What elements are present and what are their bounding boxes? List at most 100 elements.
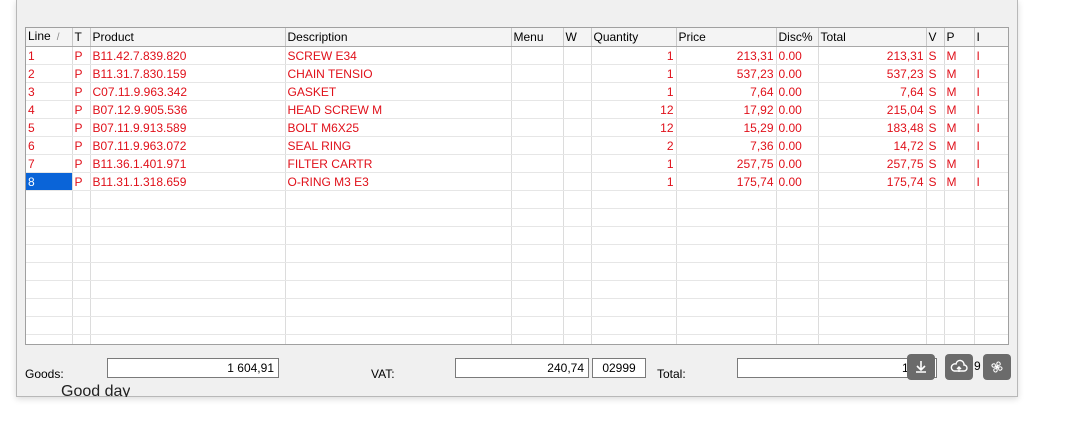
empty-cell[interactable] — [285, 208, 512, 227]
empty-cell[interactable] — [563, 262, 592, 281]
empty-row[interactable] — [26, 208, 1008, 227]
empty-cell[interactable] — [26, 298, 73, 317]
col-w-header[interactable]: W — [563, 28, 592, 47]
cell-v[interactable]: S — [926, 172, 945, 191]
cell-product[interactable]: B07.11.9.963.072 — [90, 136, 286, 155]
empty-cell[interactable] — [974, 244, 1008, 263]
empty-cell[interactable] — [591, 190, 677, 209]
empty-cell[interactable] — [591, 316, 677, 335]
table-row[interactable]: 4 P B07.12.9.905.536 HEAD SCREW M 12 17,92 0.0… — [26, 100, 1008, 119]
empty-cell[interactable] — [511, 316, 564, 335]
order-lines-grid[interactable]: Line / T Product Description Menu W Quant… — [25, 27, 1009, 345]
empty-cell[interactable] — [591, 226, 677, 245]
cell-i[interactable]: I — [974, 100, 1008, 119]
empty-cell[interactable] — [90, 316, 286, 335]
empty-cell[interactable] — [563, 280, 592, 299]
empty-cell[interactable] — [676, 316, 777, 335]
cell-product[interactable]: B07.12.9.905.536 — [90, 100, 286, 119]
empty-cell[interactable] — [591, 334, 677, 344]
empty-cell[interactable] — [676, 298, 777, 317]
table-row[interactable]: 1 P B11.42.7.839.820 SCREW E34 1 213,31 0.00 21… — [26, 46, 1008, 65]
empty-cell[interactable] — [676, 244, 777, 263]
cell-disc[interactable]: 0.00 — [776, 154, 819, 173]
cell-quantity[interactable]: 1 — [591, 64, 677, 83]
cell-line[interactable]: 2 — [26, 64, 73, 83]
empty-cell[interactable] — [563, 208, 592, 227]
cell-p[interactable]: M — [944, 154, 975, 173]
cell-quantity[interactable]: 12 — [591, 118, 677, 137]
cell-description[interactable]: FILTER CARTR — [285, 154, 512, 173]
empty-cell[interactable] — [676, 334, 777, 344]
cell-product[interactable]: B11.36.1.401.971 — [90, 154, 286, 173]
empty-cell[interactable] — [285, 316, 512, 335]
cell-p[interactable]: M — [944, 100, 975, 119]
cell-disc[interactable]: 0.00 — [776, 46, 819, 65]
empty-cell[interactable] — [591, 262, 677, 281]
empty-cell[interactable] — [974, 208, 1008, 227]
empty-cell[interactable] — [776, 190, 819, 209]
cell-line[interactable]: 1 — [26, 46, 73, 65]
cell-menu[interactable] — [511, 154, 564, 173]
col-quantity-header[interactable]: Quantity — [591, 28, 677, 47]
empty-cell[interactable] — [944, 280, 975, 299]
cell-total[interactable]: 183,48 — [818, 118, 927, 137]
cell-i[interactable]: I — [974, 118, 1008, 137]
table-row[interactable]: 5 P B07.11.9.913.589 BOLT M6X25 12 15,29 0.00 1… — [26, 118, 1008, 137]
cell-i[interactable]: I — [974, 154, 1008, 173]
col-total-header[interactable]: Total — [818, 28, 927, 47]
cell-description[interactable]: GASKET — [285, 82, 512, 101]
col-t-header[interactable]: T — [72, 28, 91, 47]
cell-menu[interactable] — [511, 82, 564, 101]
cell-description[interactable]: CHAIN TENSIO — [285, 64, 512, 83]
empty-cell[interactable] — [776, 226, 819, 245]
col-i-header[interactable]: I — [974, 28, 1008, 47]
cell-quantity[interactable]: 1 — [591, 82, 677, 101]
cell-t[interactable]: P — [72, 64, 91, 83]
cell-price[interactable]: 17,92 — [676, 100, 777, 119]
empty-cell[interactable] — [944, 316, 975, 335]
cell-quantity[interactable]: 12 — [591, 100, 677, 119]
cell-p[interactable]: M — [944, 64, 975, 83]
cell-description[interactable]: BOLT M6X25 — [285, 118, 512, 137]
empty-cell[interactable] — [926, 226, 945, 245]
empty-cell[interactable] — [926, 208, 945, 227]
cell-w[interactable] — [563, 64, 592, 83]
cell-total[interactable]: 537,23 — [818, 64, 927, 83]
col-p-header[interactable]: P — [944, 28, 975, 47]
cell-i[interactable]: I — [974, 172, 1008, 191]
cell-line[interactable]: 4 — [26, 100, 73, 119]
empty-cell[interactable] — [776, 262, 819, 281]
empty-cell[interactable] — [72, 226, 91, 245]
empty-row[interactable] — [26, 226, 1008, 245]
empty-cell[interactable] — [90, 298, 286, 317]
cell-menu[interactable] — [511, 118, 564, 137]
cell-t[interactable]: P — [72, 172, 91, 191]
col-disc-header[interactable]: Disc% — [776, 28, 819, 47]
empty-cell[interactable] — [818, 316, 927, 335]
empty-cell[interactable] — [26, 244, 73, 263]
cell-i[interactable]: I — [974, 46, 1008, 65]
empty-cell[interactable] — [818, 244, 927, 263]
cell-price[interactable]: 7,64 — [676, 82, 777, 101]
empty-cell[interactable] — [818, 226, 927, 245]
empty-cell[interactable] — [676, 280, 777, 299]
empty-row[interactable] — [26, 262, 1008, 281]
empty-cell[interactable] — [26, 262, 73, 281]
empty-cell[interactable] — [591, 244, 677, 263]
empty-cell[interactable] — [72, 280, 91, 299]
empty-cell[interactable] — [72, 334, 91, 344]
cell-price[interactable]: 7,36 — [676, 136, 777, 155]
cell-product[interactable]: B11.42.7.839.820 — [90, 46, 286, 65]
vat-code-field[interactable]: 02999 — [592, 358, 646, 378]
cell-total[interactable]: 14,72 — [818, 136, 927, 155]
empty-cell[interactable] — [511, 334, 564, 344]
cell-v[interactable]: S — [926, 82, 945, 101]
cell-w[interactable] — [563, 82, 592, 101]
cell-description[interactable]: SEAL RING — [285, 136, 512, 155]
cell-p[interactable]: M — [944, 118, 975, 137]
empty-cell[interactable] — [818, 280, 927, 299]
empty-cell[interactable] — [676, 226, 777, 245]
empty-cell[interactable] — [511, 226, 564, 245]
empty-cell[interactable] — [26, 226, 73, 245]
col-product-header[interactable]: Product — [90, 28, 286, 47]
